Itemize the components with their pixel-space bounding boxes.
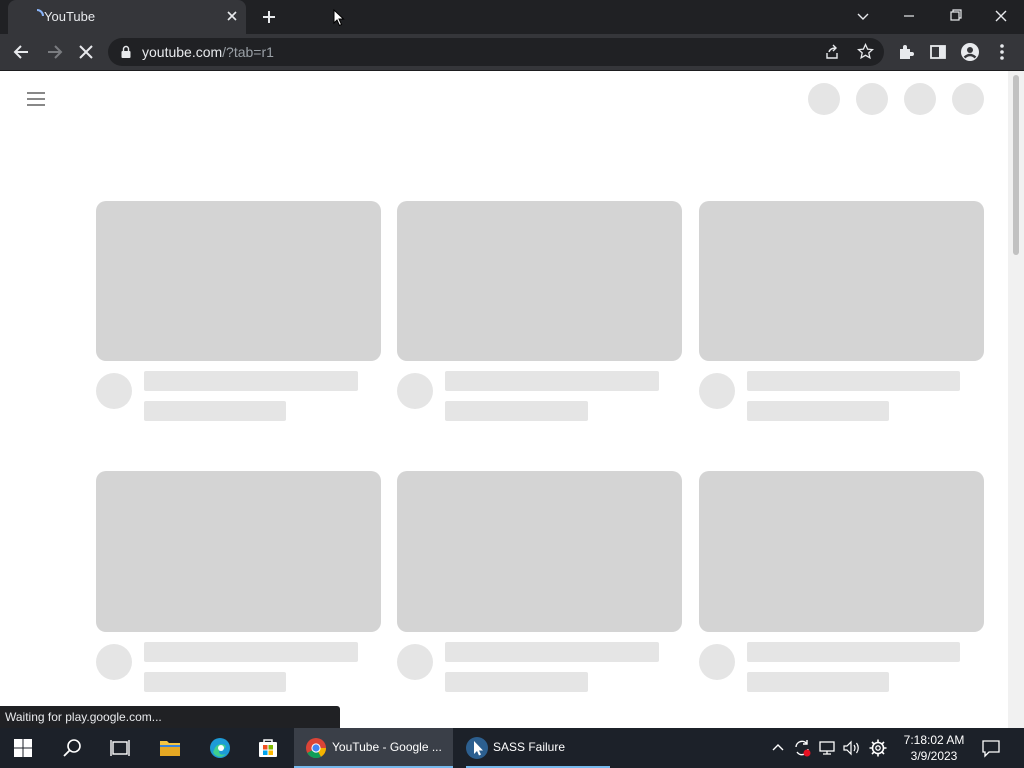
title-line-placeholder <box>144 642 358 662</box>
mouse-cursor-icon <box>333 9 345 27</box>
forward-arrow-icon[interactable] <box>44 42 64 62</box>
star-icon[interactable] <box>857 43 874 60</box>
video-thumbnail-placeholder[interactable] <box>96 201 381 361</box>
tab-title: YouTube <box>44 9 96 24</box>
video-thumbnail-placeholder[interactable] <box>699 201 984 361</box>
more-vert-icon[interactable] <box>992 42 1012 62</box>
clock-time: 7:18:02 AM <box>903 733 965 747</box>
tab-search-icon[interactable] <box>851 5 875 27</box>
settings-gear-icon[interactable] <box>868 738 888 758</box>
microsoft-store-icon[interactable] <box>256 736 280 760</box>
extensions-icon[interactable] <box>896 42 916 62</box>
taskbar-app-chrome[interactable]: YouTube - Google ... <box>294 728 453 768</box>
browser-toolbar: youtube.com/?tab=r1 <box>0 34 1024 70</box>
taskbar-app-label: YouTube - Google ... <box>332 740 442 754</box>
video-thumbnail-placeholder[interactable] <box>699 471 984 632</box>
chrome-icon <box>306 738 327 759</box>
action-center-icon[interactable] <box>981 738 1001 758</box>
hamburger-menu-icon[interactable] <box>26 91 46 107</box>
lock-icon[interactable] <box>120 45 132 59</box>
meta-line-placeholder <box>747 401 889 421</box>
minimize-icon[interactable] <box>897 5 921 27</box>
taskbar-app-label: SASS Failure <box>493 740 566 754</box>
page-scrollbar[interactable] <box>1008 71 1024 728</box>
title-line-placeholder <box>144 371 358 391</box>
volume-icon[interactable] <box>841 738 861 758</box>
address-bar[interactable]: youtube.com/?tab=r1 <box>108 38 884 66</box>
meta-line-placeholder <box>445 401 588 421</box>
header-placeholder-circle <box>856 83 888 115</box>
url-host: youtube.com <box>142 44 223 60</box>
meta-line-placeholder <box>747 672 889 692</box>
channel-avatar-placeholder <box>699 644 735 680</box>
title-line-placeholder <box>445 642 659 662</box>
back-arrow-icon[interactable] <box>12 42 32 62</box>
windows-start-icon[interactable] <box>13 738 33 758</box>
channel-avatar-placeholder <box>96 644 132 680</box>
channel-avatar-placeholder <box>397 373 433 409</box>
scrollbar-thumb[interactable] <box>1013 75 1019 255</box>
header-placeholder-circle <box>952 83 984 115</box>
meta-line-placeholder <box>144 401 286 421</box>
header-placeholder-circle <box>904 83 936 115</box>
file-explorer-icon[interactable] <box>158 736 182 760</box>
url-text: youtube.com/?tab=r1 <box>142 44 274 60</box>
title-line-placeholder <box>445 371 659 391</box>
taskbar-clock[interactable]: 7:18:02 AM 3/9/2023 <box>898 732 970 764</box>
window-close-icon[interactable] <box>989 5 1013 27</box>
title-line-placeholder <box>747 371 960 391</box>
meta-line-placeholder <box>445 672 588 692</box>
sync-error-icon[interactable] <box>792 738 812 758</box>
stop-loading-icon[interactable] <box>76 42 96 62</box>
cursor-app-icon <box>466 737 488 759</box>
loading-spinner-icon <box>36 9 44 17</box>
clock-date: 3/9/2023 <box>910 749 958 763</box>
edge-browser-icon[interactable] <box>208 736 232 760</box>
tab-youtube[interactable]: YouTube <box>8 0 246 34</box>
meta-line-placeholder <box>144 672 286 692</box>
network-icon[interactable] <box>817 738 837 758</box>
side-panel-icon[interactable] <box>928 42 948 62</box>
url-path: /?tab=r1 <box>222 44 274 60</box>
video-thumbnail-placeholder[interactable] <box>397 201 682 361</box>
video-thumbnail-placeholder[interactable] <box>397 471 682 632</box>
new-tab-plus-icon[interactable] <box>260 8 278 26</box>
windows-taskbar: YouTube - Google ... SASS Failure 7:18:0… <box>0 728 1024 768</box>
profile-icon[interactable] <box>960 42 980 62</box>
channel-avatar-placeholder <box>397 644 433 680</box>
status-bubble: Waiting for play.google.com... <box>0 706 340 728</box>
search-icon[interactable] <box>61 736 85 760</box>
tab-strip: YouTube <box>0 0 1024 34</box>
chevron-up-icon[interactable] <box>768 738 788 758</box>
restore-icon[interactable] <box>943 5 967 27</box>
channel-avatar-placeholder <box>699 373 735 409</box>
youtube-page <box>0 71 1024 728</box>
channel-avatar-placeholder <box>96 373 132 409</box>
header-placeholder-circle <box>808 83 840 115</box>
title-line-placeholder <box>747 642 960 662</box>
tab-close-icon[interactable] <box>224 8 240 24</box>
taskbar-app-sass-failure[interactable]: SASS Failure <box>458 728 610 768</box>
task-view-icon[interactable] <box>108 736 132 760</box>
video-thumbnail-placeholder[interactable] <box>96 471 381 632</box>
share-icon[interactable] <box>824 44 840 60</box>
